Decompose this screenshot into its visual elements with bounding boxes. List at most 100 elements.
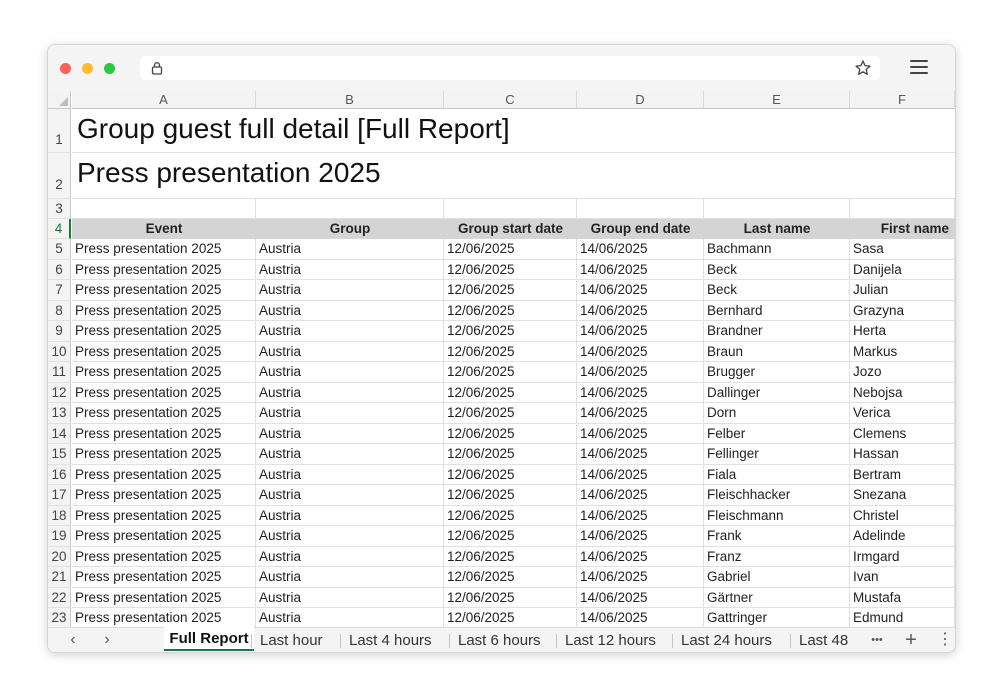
empty-cell[interactable] xyxy=(577,199,704,219)
table-cell[interactable]: 14/06/2025 xyxy=(577,546,704,567)
table-cell[interactable]: Nebojsa xyxy=(850,382,955,403)
table-cell[interactable]: Clemens xyxy=(850,423,955,444)
table-cell[interactable]: Press presentation 2025 xyxy=(72,464,256,485)
table-cell[interactable]: Bernhard xyxy=(704,300,850,321)
row-header-2[interactable]: 2 xyxy=(48,153,71,199)
table-cell[interactable]: 12/06/2025 xyxy=(444,423,577,444)
row-header-6[interactable]: 6 xyxy=(48,259,71,280)
select-all-corner[interactable] xyxy=(48,91,71,109)
table-cell[interactable]: Mustafa xyxy=(850,587,955,608)
table-cell[interactable]: Press presentation 2025 xyxy=(72,259,256,280)
table-cell[interactable]: 12/06/2025 xyxy=(444,444,577,465)
table-cell[interactable]: Markus xyxy=(850,341,955,362)
column-title-cell[interactable]: Group start date xyxy=(444,219,577,239)
row-header-13[interactable]: 13 xyxy=(48,403,71,424)
table-cell[interactable]: Austria xyxy=(256,567,444,588)
table-cell[interactable]: Edmund xyxy=(850,608,955,627)
table-cell[interactable]: Austria xyxy=(256,382,444,403)
empty-cell[interactable] xyxy=(704,199,850,219)
add-sheet-button[interactable]: + xyxy=(903,630,919,650)
table-cell[interactable]: Austria xyxy=(256,362,444,383)
table-cell[interactable]: Christel xyxy=(850,505,955,526)
table-cell[interactable]: 12/06/2025 xyxy=(444,362,577,383)
column-header-e[interactable]: E xyxy=(704,91,850,109)
table-cell[interactable]: Austria xyxy=(256,259,444,280)
table-cell[interactable]: Austria xyxy=(256,280,444,301)
table-cell[interactable]: 12/06/2025 xyxy=(444,300,577,321)
table-cell[interactable]: Austria xyxy=(256,464,444,485)
empty-cell[interactable] xyxy=(72,199,256,219)
empty-cell[interactable] xyxy=(577,109,704,153)
table-cell[interactable]: Frank xyxy=(704,526,850,547)
table-cell[interactable]: Press presentation 2025 xyxy=(72,362,256,383)
table-cell[interactable]: Austria xyxy=(256,321,444,342)
table-cell[interactable]: Fleischhacker xyxy=(704,485,850,506)
table-cell[interactable]: Press presentation 2025 xyxy=(72,485,256,506)
table-cell[interactable]: Press presentation 2025 xyxy=(72,239,256,260)
table-cell[interactable]: 14/06/2025 xyxy=(577,587,704,608)
table-cell[interactable]: Gabriel xyxy=(704,567,850,588)
row-header-15[interactable]: 15 xyxy=(48,444,71,465)
minimize-window-button[interactable] xyxy=(82,63,93,74)
row-header-5[interactable]: 5 xyxy=(48,239,71,260)
table-cell[interactable]: 14/06/2025 xyxy=(577,239,704,260)
column-header-b[interactable]: B xyxy=(256,91,444,109)
table-cell[interactable]: Julian xyxy=(850,280,955,301)
table-cell[interactable]: 14/06/2025 xyxy=(577,485,704,506)
empty-cell[interactable] xyxy=(850,199,955,219)
table-cell[interactable]: Gärtner xyxy=(704,587,850,608)
more-sheets-button[interactable]: ••• xyxy=(867,631,887,649)
table-cell[interactable]: Grazyna xyxy=(850,300,955,321)
table-cell[interactable]: Fellinger xyxy=(704,444,850,465)
table-cell[interactable]: 12/06/2025 xyxy=(444,546,577,567)
table-cell[interactable]: Fiala xyxy=(704,464,850,485)
table-cell[interactable]: Austria xyxy=(256,444,444,465)
table-cell[interactable]: Austria xyxy=(256,300,444,321)
table-cell[interactable]: Bertram xyxy=(850,464,955,485)
row-header-11[interactable]: 11 xyxy=(48,362,71,383)
table-cell[interactable]: 14/06/2025 xyxy=(577,382,704,403)
row-header-20[interactable]: 20 xyxy=(48,546,71,567)
table-cell[interactable]: 12/06/2025 xyxy=(444,341,577,362)
bookmark-star-icon[interactable] xyxy=(854,59,872,77)
table-cell[interactable]: 14/06/2025 xyxy=(577,608,704,627)
row-header-1[interactable]: 1 xyxy=(48,109,71,153)
table-cell[interactable]: 14/06/2025 xyxy=(577,341,704,362)
sheet-tab[interactable]: Full Report xyxy=(164,627,254,651)
empty-cell[interactable] xyxy=(850,109,955,153)
table-cell[interactable]: Press presentation 2025 xyxy=(72,444,256,465)
row-header-14[interactable]: 14 xyxy=(48,423,71,444)
hamburger-menu-icon[interactable] xyxy=(910,59,928,75)
table-cell[interactable]: Adelinde xyxy=(850,526,955,547)
sheet-tab[interactable]: Last 4 hours xyxy=(349,628,432,652)
column-title-cell[interactable]: Event xyxy=(72,219,256,239)
table-cell[interactable]: Austria xyxy=(256,505,444,526)
row-header-19[interactable]: 19 xyxy=(48,526,71,547)
table-cell[interactable]: Press presentation 2025 xyxy=(72,587,256,608)
table-cell[interactable]: 14/06/2025 xyxy=(577,280,704,301)
row-header-12[interactable]: 12 xyxy=(48,382,71,403)
row-header-17[interactable]: 17 xyxy=(48,485,71,506)
address-bar[interactable] xyxy=(140,56,880,80)
table-cell[interactable]: Austria xyxy=(256,526,444,547)
row-header-8[interactable]: 8 xyxy=(48,300,71,321)
report-subtitle[interactable]: Press presentation 2025 xyxy=(72,157,381,189)
empty-cell[interactable] xyxy=(704,109,850,153)
column-header-f[interactable]: F xyxy=(850,91,955,109)
column-title-cell[interactable]: Group xyxy=(256,219,444,239)
empty-cell[interactable] xyxy=(704,153,850,199)
table-cell[interactable]: Press presentation 2025 xyxy=(72,321,256,342)
spreadsheet-grid[interactable]: ABCDEF 1 2 3 4 5 6 7 8 9 10 11 12 13 14 15 16 17 18 19 20 21… xyxy=(48,91,955,627)
table-cell[interactable]: 14/06/2025 xyxy=(577,526,704,547)
table-cell[interactable]: Austria xyxy=(256,485,444,506)
prev-sheet-button[interactable]: ‹ xyxy=(65,631,81,649)
table-cell[interactable]: 14/06/2025 xyxy=(577,505,704,526)
row-header-3[interactable]: 3 xyxy=(48,199,71,219)
column-title-cell[interactable]: Group end date xyxy=(577,219,704,239)
table-cell[interactable]: Fleischmann xyxy=(704,505,850,526)
sheet-tab[interactable]: Last 6 hours xyxy=(458,628,541,652)
table-cell[interactable]: Austria xyxy=(256,587,444,608)
table-cell[interactable]: Austria xyxy=(256,546,444,567)
table-cell[interactable]: Bachmann xyxy=(704,239,850,260)
table-cell[interactable]: 12/06/2025 xyxy=(444,464,577,485)
